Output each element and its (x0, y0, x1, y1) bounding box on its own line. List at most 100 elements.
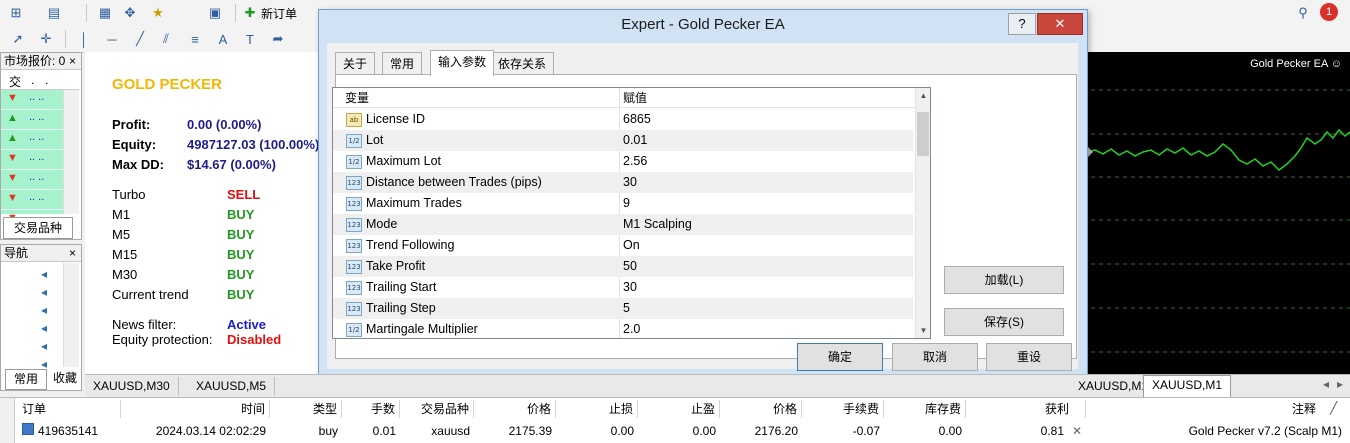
vertical-line-icon[interactable]: │ (74, 29, 94, 49)
market-watch-row[interactable]: ▼ .. .. (1, 190, 63, 210)
column-price[interactable]: 价格 (476, 400, 556, 418)
load-button[interactable]: 加载(L) (944, 266, 1064, 294)
tab-symbols[interactable]: 交易品种 (3, 217, 73, 239)
parameter-row[interactable]: 1/2 Lot 0.01 (333, 130, 913, 151)
parameter-value[interactable]: On (623, 235, 640, 256)
tab-common[interactable]: 常用 (5, 369, 47, 390)
scroll-tabs-left-icon[interactable]: ◂ (1323, 377, 1329, 391)
new-order-button[interactable]: 新订单 (261, 5, 297, 22)
tab-favorites[interactable]: 收藏 (53, 369, 81, 388)
parameter-row[interactable]: 123 Take Profit 50 (333, 256, 913, 277)
notification-icon[interactable]: 1 (1320, 3, 1338, 21)
market-watch-row[interactable]: ▼ .. .. (1, 90, 63, 110)
market-watch-row[interactable]: ▲ .. .. (1, 110, 63, 130)
parameter-value[interactable]: 50 (623, 256, 637, 277)
parameter-row[interactable]: 123 Distance between Trades (pips) 30 (333, 172, 913, 193)
column-comment[interactable]: 注释 (1088, 400, 1320, 418)
parameter-row[interactable]: ab License ID 6865 (333, 109, 913, 130)
parameter-value[interactable]: 6865 (623, 109, 651, 130)
parameter-row[interactable]: 123 Maximum Trades 9 (333, 193, 913, 214)
parameter-row[interactable]: 123 Mode M1 Scalping (333, 214, 913, 235)
column-header[interactable]: . (45, 73, 48, 87)
scroll-up-icon[interactable]: ▲ (916, 88, 930, 103)
column-order[interactable]: 订单 (22, 400, 121, 418)
close-position-icon[interactable]: ✕ (1072, 422, 1082, 440)
parameter-row[interactable]: 1/2 Martingale Multiplier 2.0 (333, 319, 913, 338)
column-profit[interactable]: 获利 (968, 400, 1086, 418)
search-icon[interactable]: ⚲ (1293, 3, 1313, 23)
crosshair-icon[interactable]: ✛ (36, 29, 56, 49)
navigator-tree[interactable]: ◂ ◂ ◂ ◂ ◂ ◂ (29, 267, 61, 371)
market-watch-icon[interactable]: ▦ (95, 3, 115, 23)
chart-tab-active[interactable]: XAUUSD,M1 (1143, 375, 1232, 397)
save-button[interactable]: 保存(S) (944, 308, 1064, 336)
chart-tab[interactable]: XAUUSD,M5 (188, 377, 276, 395)
market-watch-row[interactable]: ▲ .. .. (1, 130, 63, 150)
profiles-icon[interactable]: ▤ (44, 3, 64, 23)
new-chart-icon[interactable]: ⊞ (6, 3, 26, 23)
parameter-row[interactable]: 123 Trailing Step 5 (333, 298, 913, 319)
parameter-row[interactable]: 1/2 Maximum Lot 2.56 (333, 151, 913, 172)
market-watch-row[interactable]: ▼ .. .. (1, 170, 63, 190)
trade-sl[interactable]: 0.00 (558, 422, 634, 440)
column-type[interactable]: 类型 (272, 400, 342, 418)
parameter-value[interactable]: 2.56 (623, 151, 647, 172)
parameter-row[interactable]: 123 Trailing Start 30 (333, 277, 913, 298)
scroll-tabs-right-icon[interactable]: ▸ (1337, 377, 1343, 391)
parameter-value[interactable]: 30 (623, 172, 637, 193)
reset-button[interactable]: 重设 (986, 343, 1072, 371)
column-variable[interactable]: 变量 (333, 88, 619, 108)
close-button[interactable]: ✕ (1037, 13, 1083, 35)
parameter-value[interactable]: 9 (623, 193, 630, 214)
column-time[interactable]: 时间 (122, 400, 270, 418)
terminal-icon[interactable]: ▣ (205, 3, 225, 23)
column-commission[interactable]: 手续费 (804, 400, 884, 418)
horizontal-line-icon[interactable]: ─ (102, 29, 122, 49)
column-tp[interactable]: 止盈 (640, 400, 720, 418)
parameter-value[interactable]: 0.01 (623, 130, 647, 151)
scroll-down-icon[interactable]: ▼ (916, 323, 930, 338)
column-lots[interactable]: 手数 (344, 400, 400, 418)
table-scrollbar[interactable]: ▲ ▼ (915, 88, 930, 338)
parameter-value[interactable]: M1 Scalping (623, 214, 692, 235)
favorites-icon[interactable]: ★ (148, 3, 168, 23)
scrollbar[interactable] (63, 263, 79, 367)
trade-order[interactable]: 419635141 (38, 422, 98, 440)
close-icon[interactable]: × (69, 53, 76, 69)
close-icon[interactable]: ╱ (1330, 401, 1337, 415)
parameter-value[interactable]: 30 (623, 277, 637, 298)
column-header[interactable]: 交 (9, 73, 21, 90)
cancel-button[interactable]: 取消 (892, 343, 978, 371)
chart-tab[interactable]: XAUUSD,M30 (85, 377, 179, 395)
column-swap[interactable]: 库存费 (886, 400, 966, 418)
ok-button[interactable]: 确定 (797, 343, 883, 371)
tab-inputs[interactable]: 输入参数 (430, 50, 495, 76)
parameter-value[interactable]: 2.0 (623, 319, 640, 338)
parameters-table[interactable]: 变量 赋值 ab License ID 6865 1/2 Lot 0.01 1/2 Maxim… (332, 87, 931, 339)
tab-dependencies[interactable]: 依存关系 (490, 52, 555, 75)
price-chart[interactable]: Gold Pecker EA ☺ (1083, 52, 1350, 374)
market-watch-list[interactable]: ▼.. ..▲.. ..▲.. ..▼.. ..▼.. ..▼.. ..▼.. … (1, 90, 63, 230)
column-sl[interactable]: 止损 (558, 400, 638, 418)
channel-icon[interactable]: ⫽ (156, 29, 176, 49)
text-label-icon[interactable]: T (240, 29, 260, 49)
new-order-icon[interactable]: ✚ (240, 3, 260, 23)
scrollbar[interactable] (63, 90, 79, 214)
trendline-icon[interactable]: ╱ (130, 29, 150, 49)
parameter-row[interactable]: 123 Trend Following On (333, 235, 913, 256)
trade-tp[interactable]: 0.00 (640, 422, 716, 440)
tab-about[interactable]: 关于 (335, 52, 376, 75)
arrows-icon[interactable]: ➦ (268, 29, 288, 49)
column-header[interactable]: . (31, 73, 34, 87)
scroll-thumb[interactable] (917, 112, 929, 156)
column-value[interactable]: 赋值 (620, 88, 915, 108)
close-icon[interactable]: × (69, 245, 76, 261)
column-symbol[interactable]: 交易品种 (402, 400, 474, 418)
help-button[interactable]: ? (1008, 13, 1036, 35)
column-current-price[interactable]: 价格 (722, 400, 802, 418)
navigator-icon[interactable]: ✥ (120, 3, 140, 23)
fibonacci-icon[interactable]: ≡ (185, 29, 205, 49)
cursor-icon[interactable]: ➚ (8, 29, 28, 49)
tab-common[interactable]: 常用 (382, 52, 423, 75)
text-icon[interactable]: A (213, 29, 233, 49)
